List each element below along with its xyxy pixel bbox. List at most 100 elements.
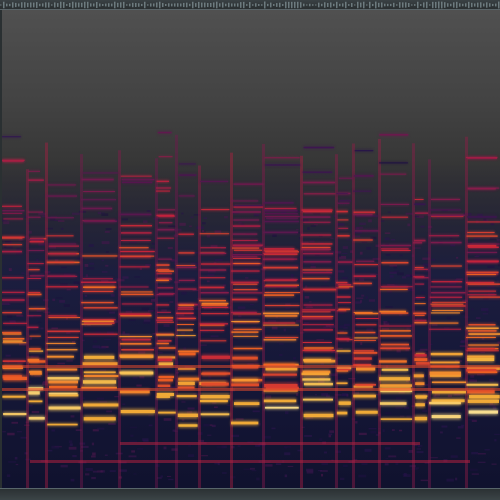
noise-speck (417, 445, 423, 447)
harmonic-band (156, 319, 173, 321)
harmonic-band (336, 193, 348, 195)
overview-wave-bar (9, 3, 11, 7)
harmonic-band (233, 183, 264, 185)
frame-left-edge (0, 10, 2, 488)
harmonic-band (27, 315, 42, 317)
overview-wave-bar (363, 1, 365, 9)
noise-speck (200, 344, 207, 346)
overview-wave-bar (111, 3, 113, 7)
overview-wave-bar (150, 3, 152, 7)
noise-speck (209, 424, 213, 426)
noise-speck (31, 410, 40, 414)
noise-speck (287, 465, 294, 467)
noise-speck (284, 474, 288, 478)
harmonic-band (178, 306, 194, 309)
harmonic-band (29, 348, 41, 350)
noise-speck (403, 474, 411, 478)
noise-speck (473, 237, 481, 241)
spectrogram-view[interactable] (0, 10, 500, 488)
noise-speck (285, 307, 290, 310)
noise-speck (106, 410, 113, 413)
noise-speck (38, 212, 47, 216)
overview-wave-bar (159, 1, 161, 9)
harmonic-band (46, 286, 78, 288)
bottom-scrollbar[interactable] (0, 488, 500, 500)
overview-wave-bar (0, 4, 2, 6)
harmonic-band (3, 218, 24, 220)
harmonic-band (467, 216, 497, 218)
harmonic-band (431, 309, 464, 311)
noise-speck (480, 351, 486, 353)
noise-speck (104, 230, 110, 233)
waveform-overview-strip[interactable] (0, 0, 500, 10)
harmonic-band (263, 322, 296, 324)
harmonic-band (466, 383, 499, 386)
noise-speck (191, 262, 200, 265)
noise-speck (390, 238, 396, 241)
harmonic-band (303, 304, 333, 306)
noise-speck (480, 308, 489, 311)
noise-speck (303, 321, 309, 324)
overview-wave-bar (459, 3, 461, 7)
noise-speck (129, 242, 137, 244)
harmonic-band (414, 266, 424, 269)
noise-speck (70, 478, 75, 482)
harmonic-band (232, 356, 258, 360)
overview-wave-bar (399, 2, 401, 8)
noise-speck (468, 419, 474, 421)
harmonic-band (336, 210, 348, 213)
harmonic-band (467, 358, 495, 362)
harmonic-band (199, 329, 225, 331)
harmonic-band (379, 325, 412, 327)
harmonic-band (413, 312, 427, 315)
harmonic-band (156, 334, 175, 336)
harmonic-band (263, 202, 294, 204)
harmonic-band (199, 399, 228, 403)
harmonic-band (157, 237, 175, 239)
noise-speck (321, 285, 329, 288)
harmonic-band (381, 216, 409, 218)
harmonic-band (200, 263, 231, 265)
noise-speck (296, 229, 299, 231)
harmonic-band (156, 214, 175, 217)
overview-wave-bar (255, 3, 257, 7)
harmonic-band (338, 401, 351, 405)
noise-speck (122, 331, 125, 334)
noise-speck (338, 347, 343, 349)
harmonic-band (1, 291, 25, 293)
noise-speck (387, 284, 395, 286)
harmonic-band (157, 378, 173, 382)
overview-wave-bar (36, 2, 38, 8)
harmonic-band (354, 339, 376, 341)
noise-speck (29, 337, 33, 340)
noise-speck (380, 220, 385, 222)
overview-wave-bar (333, 3, 335, 7)
harmonic-band (176, 329, 194, 331)
noise-speck (69, 443, 73, 446)
noise-speck (97, 211, 102, 215)
harmonic-band (414, 203, 426, 205)
overview-wave-bar (63, 2, 65, 8)
noise-speck (341, 252, 348, 255)
harmonic-band (233, 219, 260, 221)
harmonic-band (121, 178, 155, 181)
noise-speck (62, 338, 68, 341)
harmonic-band (156, 342, 169, 345)
overview-wave-bar (441, 1, 443, 9)
noise-speck (201, 455, 208, 457)
overview-wave-bar (84, 1, 86, 9)
harmonic-band (302, 210, 333, 213)
harmonic-band (46, 342, 76, 344)
overview-wave-bar (492, 3, 494, 7)
harmonic-band (336, 281, 348, 284)
noise-speck (28, 404, 33, 407)
harmonic-band (338, 284, 352, 286)
noise-speck (329, 325, 336, 328)
harmonic-band (46, 261, 75, 263)
harmonic-band (231, 378, 259, 382)
harmonic-band (1, 250, 23, 253)
noise-speck (321, 462, 328, 466)
noise-speck (238, 315, 242, 318)
harmonic-band (353, 311, 373, 313)
noise-speck (416, 451, 424, 454)
